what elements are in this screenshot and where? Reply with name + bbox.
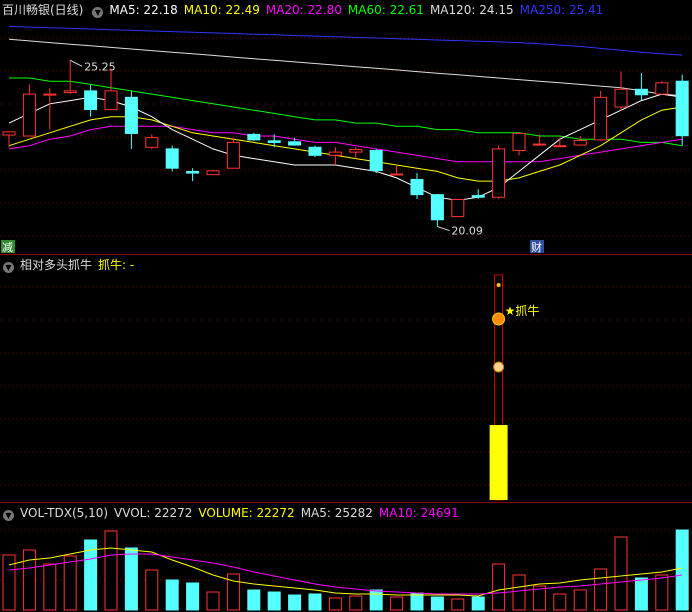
volume-bar (206, 591, 220, 611)
candle-body (104, 90, 118, 111)
candle-body (2, 131, 16, 136)
volume-bar (104, 530, 118, 611)
volume-bar (573, 589, 587, 611)
candle-body (573, 140, 587, 146)
volume-bar (247, 589, 261, 611)
candle-body (634, 88, 648, 96)
candle-body (369, 150, 383, 171)
volume-bar (430, 596, 444, 611)
ma60-line (9, 77, 683, 147)
volume-bar (410, 592, 424, 611)
low-price-label-pointer (437, 226, 450, 232)
volume-bar (145, 569, 159, 611)
volume-bar (328, 597, 342, 611)
candle-body (430, 194, 444, 221)
volume-bar (614, 536, 628, 611)
candle-body (349, 149, 363, 153)
volume-bar (349, 595, 363, 611)
volume-bar (451, 598, 465, 611)
volume-bar (553, 593, 567, 611)
finance-marker: 财 (531, 240, 542, 254)
signal-label: ★抓牛 (505, 303, 540, 318)
volume-bar (492, 563, 506, 611)
volume-bar (22, 549, 36, 611)
money-bag-icon (493, 361, 505, 373)
candle-body (451, 198, 465, 218)
candle-body (328, 151, 342, 156)
candle-body (492, 148, 506, 198)
candle-body (226, 141, 240, 169)
volume-bar (267, 591, 281, 611)
candle-body (43, 93, 57, 96)
volume-bar (655, 574, 669, 611)
low-price-label: 20.09 (451, 225, 483, 238)
candle-body (206, 170, 220, 176)
signal-bar (489, 425, 508, 500)
candle-body (124, 96, 138, 134)
volume-bar (165, 579, 179, 611)
reduce-marker: 减 (2, 241, 13, 254)
candle-body (165, 148, 179, 169)
ma250-line (8, 25, 683, 56)
volume-bar (186, 582, 200, 611)
volume-bar (675, 529, 689, 611)
candle-body (267, 140, 281, 143)
high-price-label: 25.25 (84, 60, 116, 73)
candle-body (63, 90, 77, 93)
volume-bar (124, 547, 138, 611)
candle-body (532, 143, 546, 146)
candle-body (655, 82, 669, 95)
stock-chart: 25.25 20.09 减 财 ★抓牛 (0, 25, 692, 611)
volume-bar (2, 554, 16, 611)
volume-bar (390, 596, 404, 611)
volume-bar (288, 594, 302, 611)
candle-body (410, 179, 424, 196)
candle-body (22, 93, 36, 137)
candle-body (512, 132, 526, 152)
candle-body (390, 173, 404, 176)
high-price-label-pointer (69, 59, 83, 67)
volume-bar (369, 589, 383, 611)
volume-bar (512, 574, 526, 611)
candle-body (247, 133, 261, 141)
volume-bar (634, 577, 648, 611)
signal-top-dot (496, 283, 501, 287)
candle-body (594, 96, 608, 141)
volume-bar (471, 596, 485, 611)
volume-bar (308, 593, 322, 611)
candle-body (471, 195, 485, 198)
candle-body (308, 146, 322, 156)
candle-body (614, 88, 628, 108)
candle-body (186, 170, 200, 174)
candle-body (288, 141, 302, 146)
volume-bar (63, 555, 77, 611)
volume-bar (594, 568, 608, 611)
candle-body (84, 90, 98, 111)
rocket-icon (492, 312, 506, 326)
candle-body (675, 80, 689, 137)
volume-bar (43, 563, 57, 611)
candle-body (553, 145, 567, 148)
candle-body (145, 137, 159, 148)
